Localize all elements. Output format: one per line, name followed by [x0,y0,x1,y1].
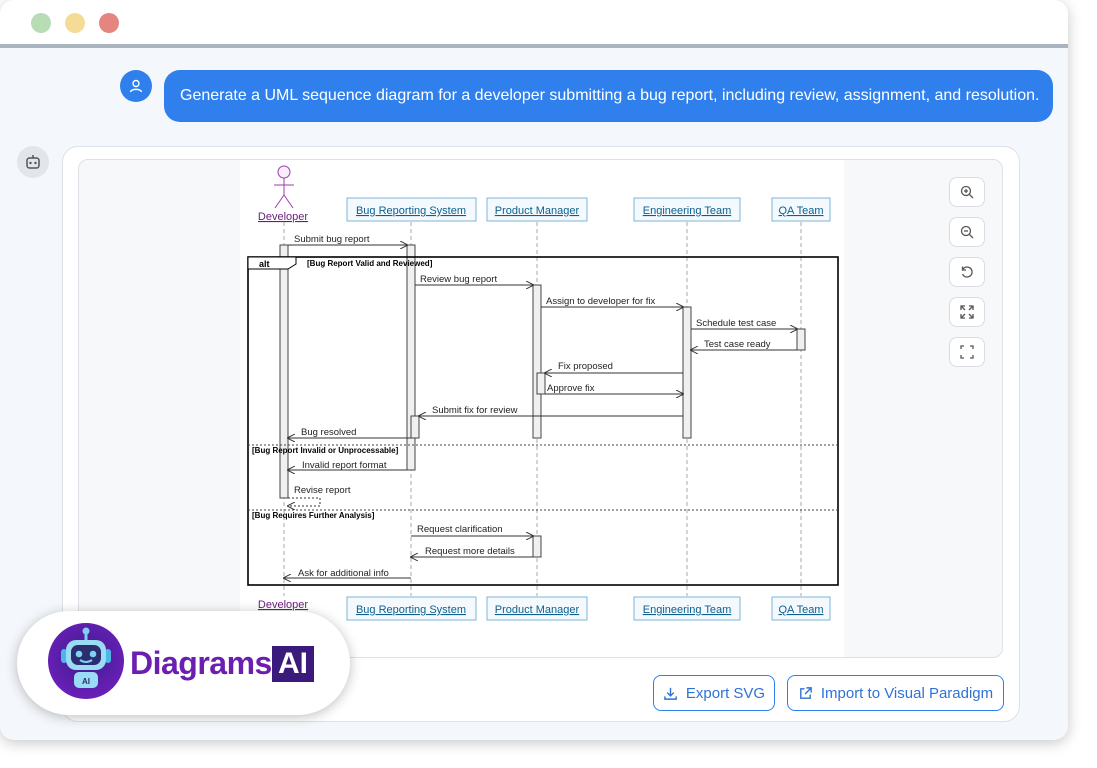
zoom-in-icon [960,185,974,199]
zoom-in-button[interactable] [949,177,985,207]
message-revise-report: Revise report [294,485,351,496]
message-arrow-revise-report [288,497,321,506]
developer-actor-icon [274,165,294,209]
download-icon [664,687,677,700]
message-request-clarification: Request clarification [417,524,503,535]
export-svg-button[interactable]: Export SVG [653,675,775,711]
alt-fragment [247,256,839,586]
guard-invalid: [Bug Report Invalid or Unprocessable] [252,446,399,455]
message-submit-fix: Submit fix for review [432,405,518,416]
fullscreen-icon [960,345,974,359]
guard-valid: [Bug Report Valid and Reviewed] [307,259,433,268]
activation-product-manager [532,284,542,439]
robot-icon [26,155,40,169]
message-schedule-test-case: Schedule test case [696,318,776,329]
user-icon [129,79,143,93]
participant-qa-team-top: QA Team [771,197,831,222]
svg-text:AI: AI [82,677,90,686]
bot-avatar [17,146,49,178]
alt-fragment-tab [247,256,297,270]
svg-text:Bug Reporting System: Bug Reporting System [356,604,466,616]
participant-qa-team-bottom: QA Team [771,596,831,621]
reset-icon [961,266,973,278]
window-maximize-button[interactable] [99,13,119,33]
external-link-icon [799,686,812,699]
fullscreen-button[interactable] [949,337,985,367]
guard-further-analysis: [Bug Requires Further Analysis] [252,511,375,520]
message-fix-proposed: Fix proposed [558,361,613,372]
svg-text:QA Team: QA Team [778,604,823,616]
window-minimize-button[interactable] [65,13,85,33]
message-request-more-details: Request more details [425,546,515,557]
user-avatar [120,70,152,102]
message-bug-resolved: Bug resolved [301,427,356,438]
activation-qa-team [796,328,806,351]
message-approve-fix: Approve fix [547,383,595,394]
svg-text:Product Manager: Product Manager [495,604,580,616]
message-ask-additional-info: Ask for additional info [298,568,389,579]
reset-view-button[interactable] [949,257,985,287]
export-svg-label: Export SVG [685,684,766,702]
participant-bug-reporting-system-bottom: Bug Reporting System [346,596,477,621]
import-visual-paradigm-label: Import to Visual Paradigm [820,684,994,702]
fit-icon [960,305,974,319]
zoom-out-button[interactable] [949,217,985,247]
activation-product-manager-2 [536,372,546,395]
user-message: Generate a UML sequence diagram for a de… [164,70,1053,122]
import-visual-paradigm-button[interactable]: Import to Visual Paradigm [787,675,1004,711]
svg-text:QA Team: QA Team [778,205,823,217]
participant-engineering-team-bottom: Engineering Team [633,596,741,621]
fit-to-screen-button[interactable] [949,297,985,327]
svg-text:Engineering Team: Engineering Team [643,604,731,616]
participant-developer-bottom: Developer [258,599,308,611]
message-invalid-format: Invalid report format [302,460,387,471]
title-bar [0,0,1068,48]
message-submit-bug-report: Submit bug report [294,234,370,245]
message-assign-developer: Assign to developer for fix [546,296,656,307]
svg-text:Engineering Team: Engineering Team [643,205,731,217]
svg-text:Product Manager: Product Manager [495,205,580,217]
window-close-button[interactable] [31,13,51,33]
activation-bug-reporting-system-2 [410,415,420,439]
diagrams-ai-robot-logo: AI [48,623,124,699]
brand-ai-label: AI [272,646,314,682]
participant-product-manager-bottom: Product Manager [486,596,588,621]
alt-label: alt [259,259,270,269]
message-test-case-ready: Test case ready [704,339,771,350]
participant-bug-reporting-system-top: Bug Reporting System [346,197,477,222]
svg-text:Bug Reporting System: Bug Reporting System [356,205,466,217]
sequence-diagram[interactable]: Developer Bug Reporting System Product M… [240,160,844,657]
sequence-diagram-svg: Developer Bug Reporting System Product M… [247,165,839,621]
activation-product-manager-3 [532,535,542,558]
zoom-out-icon [960,225,974,239]
message-review-bug-report: Review bug report [420,274,497,285]
participant-engineering-team-top: Engineering Team [633,197,741,222]
participant-developer-top: Developer [258,211,308,223]
participant-product-manager-top: Product Manager [486,197,588,222]
activation-engineering-team [682,306,692,439]
brand-name: Diagrams [130,645,272,681]
activation-developer [279,244,289,499]
